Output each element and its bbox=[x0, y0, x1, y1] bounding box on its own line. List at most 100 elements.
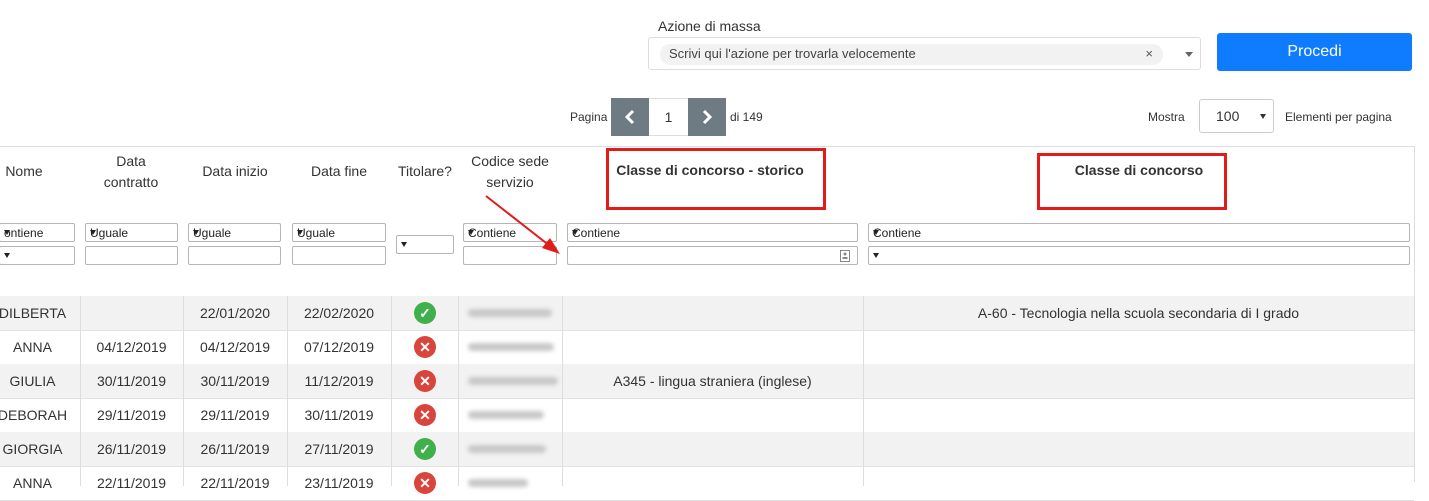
cell-nome: ANNA bbox=[13, 339, 52, 355]
redacted-codice-sede bbox=[468, 343, 554, 351]
cell-data-inizio: 04/12/2019 bbox=[199, 339, 271, 355]
cell-nome: GIULIA bbox=[9, 373, 56, 389]
cross-icon: ✕ bbox=[414, 472, 436, 494]
check-icon: ✓ bbox=[414, 438, 436, 460]
cell-classe-storico bbox=[562, 296, 863, 330]
cell-data-fine: 30/11/2019 bbox=[304, 407, 374, 423]
chevron-down-icon bbox=[90, 230, 96, 235]
cell-nome: DEBORAH bbox=[0, 407, 68, 423]
data-fine-filter-operator[interactable]: Uguale bbox=[292, 223, 386, 242]
cell-data-fine: 07/12/2019 bbox=[303, 339, 375, 355]
highlight-box-classe-storico bbox=[606, 148, 826, 210]
cell-classe-storico: A345 - lingua straniera (inglese) bbox=[613, 373, 812, 389]
previous-page-button[interactable] bbox=[611, 98, 649, 136]
chevron-down-icon bbox=[297, 230, 303, 235]
chevron-down-icon bbox=[193, 230, 199, 235]
highlight-box-classe bbox=[1037, 153, 1227, 210]
column-header-data-contratto[interactable]: Data contratto bbox=[90, 151, 172, 193]
column-divider bbox=[287, 296, 288, 486]
redacted-codice-sede bbox=[468, 377, 558, 385]
cell-nome: DILBERTA bbox=[0, 305, 67, 321]
cell-data-fine: 23/11/2019 bbox=[304, 475, 374, 491]
column-divider bbox=[863, 296, 864, 486]
cell-classe-storico bbox=[562, 398, 863, 432]
column-divider bbox=[183, 296, 184, 486]
cell-nome: GIORGIA bbox=[2, 441, 63, 457]
chevron-down-icon bbox=[572, 230, 578, 235]
table-row[interactable]: GIULIA 30/11/2019 30/11/2019 11/12/2019 A345… bbox=[0, 364, 1414, 399]
chevron-down-icon bbox=[873, 253, 879, 258]
chevron-down-icon bbox=[1260, 114, 1266, 119]
cell-data-fine: 27/11/2019 bbox=[304, 441, 374, 457]
cross-icon: ✕ bbox=[414, 404, 436, 426]
classe-filter-operator[interactable]: Contiene bbox=[868, 223, 1410, 242]
filter-operator-value: Contiene bbox=[572, 226, 621, 240]
cell-data-inizio: 22/01/2020 bbox=[199, 305, 271, 321]
column-header-data-inizio[interactable]: Data inizio bbox=[190, 161, 280, 182]
chevron-down-icon bbox=[4, 230, 10, 235]
data-contratto-filter-value[interactable] bbox=[85, 246, 178, 265]
classe-storico-filter-value[interactable] bbox=[567, 246, 858, 265]
total-pages: di 149 bbox=[730, 110, 763, 124]
data-contratto-filter-operator[interactable]: Uguale bbox=[85, 223, 178, 242]
mass-action-label: Azione di massa bbox=[658, 18, 761, 34]
table-row[interactable]: DILBERTA 22/01/2020 22/02/2020 A-60 - Tecno… bbox=[0, 296, 1414, 331]
mass-action-select[interactable]: Scrivi qui l'azione per trovarla velocem… bbox=[648, 37, 1201, 70]
column-header-codice-sede[interactable]: Codice sede servizio bbox=[465, 151, 555, 193]
chevron-down-icon bbox=[468, 230, 474, 235]
redacted-codice-sede bbox=[468, 445, 546, 453]
cell-data-inizio: 22/11/2019 bbox=[200, 475, 270, 491]
arrow-annotation-icon bbox=[485, 195, 560, 254]
table-row[interactable]: ANNA 22/11/2019 22/11/2019 23/11/2019 ✕ bbox=[0, 466, 1414, 501]
titolare-filter[interactable] bbox=[396, 235, 454, 254]
nome-filter-value[interactable] bbox=[0, 246, 75, 265]
cell-data-inizio: 30/11/2019 bbox=[200, 373, 270, 389]
cell-classe-storico bbox=[562, 466, 863, 500]
cell-data-contratto: 04/12/2019 bbox=[96, 339, 167, 355]
cell-data-fine: 11/12/2019 bbox=[304, 373, 374, 389]
column-header-titolare[interactable]: Titolare? bbox=[394, 161, 456, 182]
cell-classe bbox=[863, 330, 1414, 364]
mass-action-placeholder: Scrivi qui l'azione per trovarla velocem… bbox=[669, 46, 916, 61]
next-page-button[interactable] bbox=[688, 98, 726, 136]
mass-action-chip: Scrivi qui l'azione per trovarla velocem… bbox=[660, 44, 1163, 65]
cell-data-contratto: 30/11/2019 bbox=[96, 373, 167, 389]
cell-data-contratto: 26/11/2019 bbox=[96, 441, 167, 457]
nome-filter-operator[interactable]: ontiene bbox=[0, 223, 75, 242]
classe-filter-value[interactable] bbox=[868, 246, 1410, 265]
cell-data-inizio: 29/11/2019 bbox=[200, 407, 270, 423]
chevron-down-icon bbox=[401, 242, 407, 247]
page-label: Pagina bbox=[570, 110, 608, 124]
clear-icon[interactable]: × bbox=[1145, 46, 1153, 61]
cell-data-inizio: 26/11/2019 bbox=[200, 441, 270, 457]
page-size-select[interactable]: 100 bbox=[1199, 99, 1274, 133]
cell-data-contratto bbox=[80, 296, 183, 330]
contact-card-icon bbox=[840, 250, 850, 262]
page-input[interactable]: 1 bbox=[649, 98, 688, 136]
classe-storico-filter-operator[interactable]: Contiene bbox=[567, 223, 858, 242]
column-header-nome[interactable]: Nome bbox=[0, 161, 48, 182]
column-header-data-fine[interactable]: Data fine bbox=[294, 161, 384, 182]
cell-classe bbox=[863, 432, 1414, 466]
cross-icon: ✕ bbox=[414, 336, 436, 358]
redacted-codice-sede bbox=[468, 309, 552, 317]
data-inizio-filter-value[interactable] bbox=[188, 246, 281, 265]
cell-classe: A-60 - Tecnologia nella scuola secondari… bbox=[977, 305, 1300, 321]
table-row[interactable]: DEBORAH 29/11/2019 29/11/2019 30/11/2019 ✕ bbox=[0, 398, 1414, 433]
data-fine-filter-value[interactable] bbox=[292, 246, 386, 265]
proceed-button[interactable]: Procedi bbox=[1217, 33, 1412, 71]
column-divider bbox=[562, 296, 563, 486]
table-row[interactable]: GIORGIA 26/11/2019 26/11/2019 27/11/2019 ✓ bbox=[0, 432, 1414, 467]
chevron-left-icon bbox=[624, 109, 635, 125]
cell-data-fine: 22/02/2020 bbox=[303, 305, 375, 321]
column-divider bbox=[391, 296, 392, 486]
show-label: Mostra bbox=[1148, 110, 1185, 124]
chevron-down-icon[interactable] bbox=[1185, 52, 1193, 57]
column-divider bbox=[458, 296, 459, 486]
cell-classe bbox=[863, 364, 1414, 398]
per-page-label: Elementi per pagina bbox=[1285, 110, 1392, 124]
table-row[interactable]: ANNA 04/12/2019 04/12/2019 07/12/2019 ✕ bbox=[0, 330, 1414, 365]
cross-icon: ✕ bbox=[414, 370, 436, 392]
data-inizio-filter-operator[interactable]: Uguale bbox=[188, 223, 281, 242]
chevron-down-icon bbox=[873, 230, 879, 235]
